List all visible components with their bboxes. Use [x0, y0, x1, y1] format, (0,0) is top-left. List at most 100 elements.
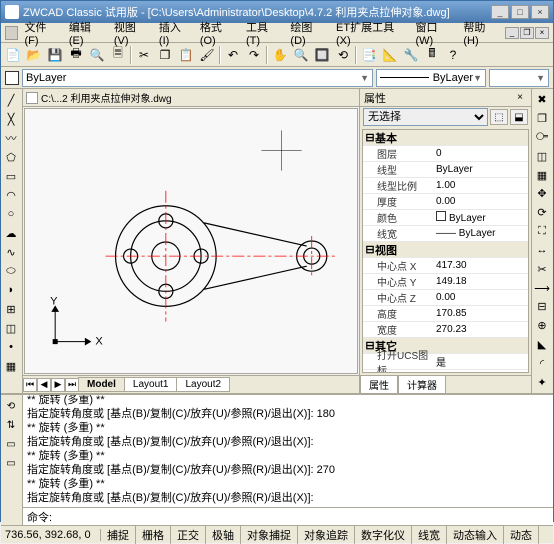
scale-icon[interactable]: ⛶ — [533, 223, 551, 241]
tab-last-icon[interactable]: ⏭ — [65, 378, 79, 392]
tool-pal-icon[interactable]: 🔧 — [401, 45, 421, 65]
osnap-button[interactable]: 对象捕捉 — [241, 526, 298, 544]
color-select[interactable]: ByLayer▼ — [22, 69, 373, 87]
xline-icon[interactable]: ╳ — [2, 110, 20, 128]
snap-button[interactable]: 捕捉 — [101, 526, 136, 544]
zoom-win-icon[interactable]: 🔲 — [312, 45, 332, 65]
zoom-prev-icon[interactable]: ⟲ — [333, 45, 353, 65]
join-icon[interactable]: ⊕ — [533, 317, 551, 335]
tab-next-icon[interactable]: ▶ — [51, 378, 65, 392]
insert-icon[interactable]: ⊞ — [2, 300, 20, 318]
new-icon[interactable]: 📄 — [3, 45, 23, 65]
color-swatch[interactable] — [5, 71, 19, 85]
dyn-button[interactable]: 动态输入 — [447, 526, 504, 544]
design-icon[interactable]: 📐 — [380, 45, 400, 65]
zoom-icon[interactable]: 🔍 — [291, 45, 311, 65]
print-icon[interactable]: 🖶 — [66, 45, 86, 65]
dyn2-button[interactable]: 动态 — [504, 526, 539, 544]
copy-icon[interactable]: ❐ — [155, 45, 175, 65]
layout-tabs: ⏮ ◀ ▶ ⏭ Model Layout1 Layout2 — [23, 375, 359, 393]
tab-layout1[interactable]: Layout1 — [124, 377, 178, 392]
save-icon[interactable]: 💾 — [45, 45, 65, 65]
explode-icon[interactable]: ✦ — [533, 373, 551, 391]
cmd-nav3-icon[interactable]: ▭ — [2, 435, 20, 453]
pick-icon[interactable]: ⬓ — [510, 109, 528, 125]
command-input[interactable]: 命令: — [23, 507, 553, 525]
paste-icon[interactable]: 📋 — [176, 45, 196, 65]
ellipse-icon[interactable]: ⬭ — [2, 262, 20, 280]
cmd-nav2-icon[interactable]: ⇅ — [2, 416, 20, 434]
point-icon[interactable]: • — [2, 338, 20, 356]
array-icon[interactable]: ▦ — [533, 166, 551, 184]
fillet-icon[interactable]: ◜ — [533, 354, 551, 372]
revcloud-icon[interactable]: ☁ — [2, 224, 20, 242]
properties-grid[interactable]: ⊟基本图层0线型ByLayer线型比例1.00厚度0.00颜色ByLayer线宽… — [362, 129, 529, 373]
command-history[interactable]: ** 旋转 **指定旋转角度或 [基点(B)/复制(C)/放弃(U)/参照(R)… — [23, 395, 553, 507]
cmd-nav4-icon[interactable]: ▭ — [2, 454, 20, 472]
grid-button[interactable]: 栅格 — [136, 526, 171, 544]
extend-icon[interactable]: ⟶ — [533, 279, 551, 297]
props-icon[interactable]: 📑 — [359, 45, 379, 65]
lineweight-select[interactable]: ▼ — [489, 69, 549, 87]
calc-icon[interactable]: 🖩 — [422, 45, 442, 65]
coord-readout[interactable]: 736.56, 392.68, 0 — [1, 529, 101, 541]
doc-restore-button[interactable]: ❐ — [520, 27, 534, 39]
help-icon[interactable]: ? — [443, 45, 463, 65]
quick-select-icon[interactable]: ⬚ — [490, 109, 508, 125]
move-icon[interactable]: ✥ — [533, 185, 551, 203]
selection-combo[interactable]: 无选择 — [363, 108, 488, 126]
maximize-button[interactable]: □ — [511, 5, 529, 19]
cmd-nav1-icon[interactable]: ⟲ — [2, 397, 20, 415]
tab-first-icon[interactable]: ⏮ — [23, 378, 37, 392]
preview-icon[interactable]: 🔍 — [87, 45, 107, 65]
stretch-icon[interactable]: ↔ — [533, 242, 551, 260]
draw-toolbar: ╱ ╳ 〰 ⬠ ▭ ◠ ○ ☁ ∿ ⬭ ◗ ⊞ ◫ • ▦ — [1, 89, 23, 393]
lwt-button[interactable]: 线宽 — [412, 526, 447, 544]
plot-icon[interactable]: 🗏 — [108, 45, 128, 65]
mirror-icon[interactable]: ⧃ — [533, 129, 551, 147]
properties-close-icon[interactable]: × — [513, 91, 527, 105]
trim-icon[interactable]: ✂ — [533, 260, 551, 278]
line-icon[interactable]: ╱ — [2, 91, 20, 109]
app-menu-icon[interactable] — [5, 26, 18, 40]
tab-layout2[interactable]: Layout2 — [176, 377, 230, 392]
ortho-button[interactable]: 正交 — [171, 526, 206, 544]
rotate-icon[interactable]: ⟳ — [533, 204, 551, 222]
menu-help[interactable]: 帮助(H) — [459, 17, 503, 49]
modify-toolbar: ✖ ❐ ⧃ ◫ ▦ ✥ ⟳ ⛶ ↔ ✂ ⟶ ⊟ ⊕ ◣ ◜ ✦ — [531, 89, 553, 393]
open-icon[interactable]: 📂 — [24, 45, 44, 65]
match-icon[interactable]: 🖌 — [197, 45, 217, 65]
arc-icon[interactable]: ◠ — [2, 186, 20, 204]
offset-icon[interactable]: ◫ — [533, 147, 551, 165]
hatch-icon[interactable]: ▦ — [2, 357, 20, 375]
properties-title: 属性 — [364, 90, 386, 106]
pline-icon[interactable]: 〰 — [2, 129, 20, 147]
cut-icon[interactable]: ✂ — [134, 45, 154, 65]
undo-icon[interactable]: ↶ — [223, 45, 243, 65]
linetype-select[interactable]: ByLayer▼ — [376, 69, 486, 87]
polar-button[interactable]: 极轴 — [206, 526, 241, 544]
tab-props[interactable]: 属性 — [360, 375, 398, 394]
circle-icon[interactable]: ○ — [2, 205, 20, 223]
otrack-button[interactable]: 对象追踪 — [298, 526, 355, 544]
doc-title: C:\...2 利用夹点拉伸对象.dwg — [41, 90, 172, 105]
spline-icon[interactable]: ∿ — [2, 243, 20, 261]
tab-calc[interactable]: 计算器 — [398, 375, 446, 394]
erase-icon[interactable]: ✖ — [533, 91, 551, 109]
drawing-canvas[interactable]: X Y — [24, 108, 358, 374]
block-icon[interactable]: ◫ — [2, 319, 20, 337]
tablet-button[interactable]: 数字化仪 — [355, 526, 412, 544]
pan-icon[interactable]: ✋ — [270, 45, 290, 65]
copy2-icon[interactable]: ❐ — [533, 110, 551, 128]
close-button[interactable]: × — [531, 5, 549, 19]
rect-icon[interactable]: ▭ — [2, 167, 20, 185]
tab-model[interactable]: Model — [78, 377, 125, 392]
tab-prev-icon[interactable]: ◀ — [37, 378, 51, 392]
ellipse-arc-icon[interactable]: ◗ — [2, 281, 20, 299]
doc-close-button[interactable]: × — [535, 27, 549, 39]
redo-icon[interactable]: ↷ — [244, 45, 264, 65]
polygon-icon[interactable]: ⬠ — [2, 148, 20, 166]
chamfer-icon[interactable]: ◣ — [533, 336, 551, 354]
break-icon[interactable]: ⊟ — [533, 298, 551, 316]
doc-minimize-button[interactable]: _ — [505, 27, 519, 39]
